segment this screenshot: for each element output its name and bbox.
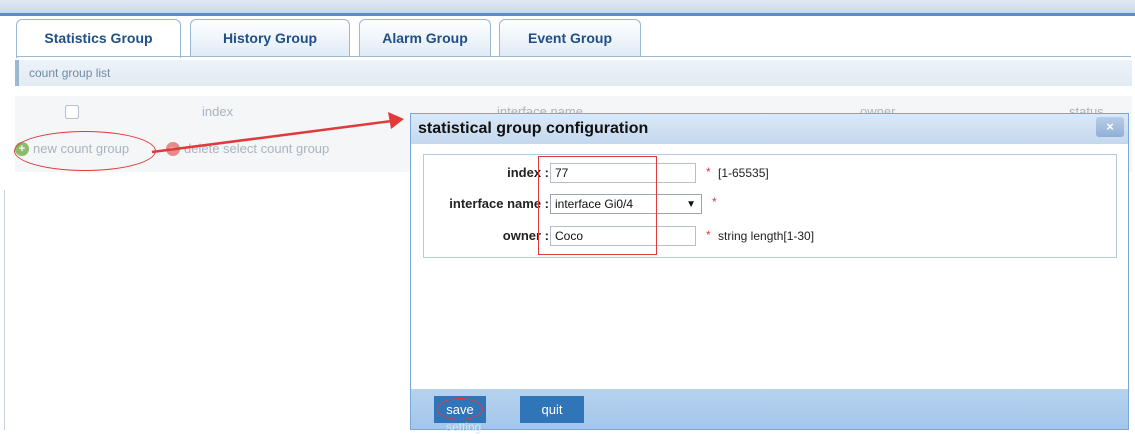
close-icon[interactable]: × xyxy=(1096,117,1124,137)
owner-hint: string length[1-30] xyxy=(718,229,815,243)
chevron-down-icon: ▼ xyxy=(686,199,696,210)
statistical-group-dialog: statistical group configuration × index … xyxy=(410,113,1129,434)
dialog-title: statistical group configuration xyxy=(418,120,649,137)
interface-required-mark: * xyxy=(712,195,717,209)
interface-name-label: interface name : xyxy=(449,196,549,211)
dialog-title-bar: statistical group configuration × xyxy=(411,114,1128,144)
index-label: index : xyxy=(507,165,549,180)
owner-required-mark: * xyxy=(706,228,711,242)
owner-label: owner : xyxy=(502,228,549,243)
annotation-box-inputs xyxy=(538,156,657,255)
index-required-mark: * xyxy=(706,165,711,179)
config-form: index : 77 * [1-65535] interface name : … xyxy=(423,154,1117,258)
annotation-ellipse-save xyxy=(437,398,483,420)
quit-button[interactable]: quit xyxy=(520,396,584,423)
dialog-button-bar: save setting quit xyxy=(411,389,1128,434)
save-setting-sublabel: setting xyxy=(446,420,482,434)
index-hint: [1-65535] xyxy=(718,166,769,180)
